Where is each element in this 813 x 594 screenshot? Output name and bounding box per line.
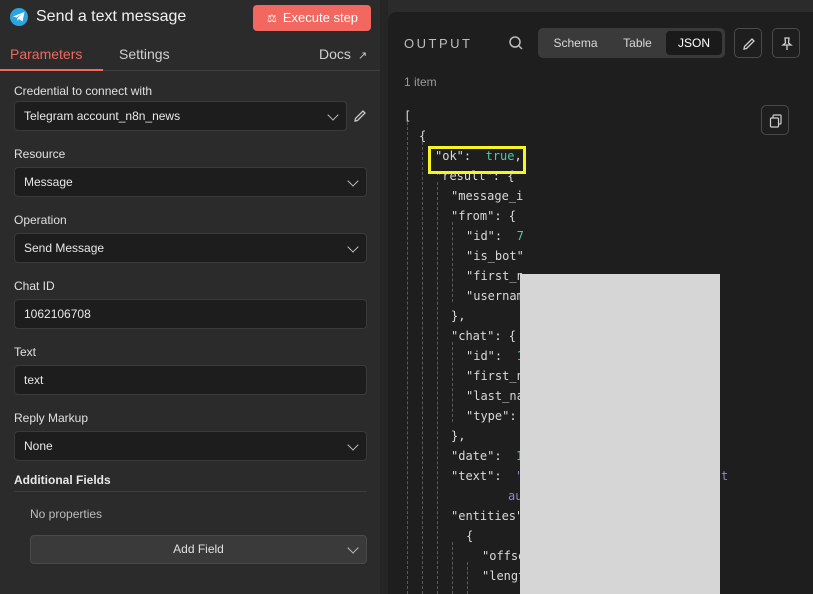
resource-value: Message — [24, 175, 73, 189]
json-line: "text": " — [451, 466, 523, 486]
resource-label: Resource — [14, 147, 66, 161]
operation-value: Send Message — [24, 241, 105, 255]
panel-resize-handle[interactable] — [380, 0, 388, 594]
json-line: "is_bot" — [466, 249, 524, 263]
edit-output-button[interactable] — [734, 28, 762, 58]
json-line: "usernam — [466, 289, 524, 303]
chevron-down-icon — [347, 175, 359, 187]
output-title: OUTPUT — [404, 36, 473, 51]
indent-guide — [422, 142, 423, 594]
copy-button[interactable] — [761, 105, 789, 135]
search-icon[interactable] — [508, 35, 524, 51]
operation-select[interactable]: Send Message — [14, 233, 367, 263]
credential-value: Telegram account_n8n_news — [24, 109, 181, 123]
pin-icon — [781, 37, 793, 50]
additional-fields-title: Additional Fields — [14, 473, 111, 487]
json-line: "date": 1 — [451, 446, 523, 466]
json-line: [ — [404, 109, 412, 123]
json-line: { — [466, 529, 474, 543]
pin-data-button[interactable] — [772, 28, 800, 58]
chat-id-label: Chat ID — [14, 279, 55, 293]
chevron-down-icon — [347, 542, 359, 554]
execute-step-label: Execute step — [282, 10, 359, 25]
redaction-block — [520, 274, 720, 594]
json-line: "from": { — [451, 209, 517, 223]
json-line: "last_na — [466, 389, 524, 403]
flask-icon: ⚖ — [267, 13, 277, 25]
external-link-icon[interactable]: ↗ — [358, 49, 367, 62]
json-line-tail: t — [721, 469, 729, 483]
resource-select[interactable]: Message — [14, 167, 367, 197]
chevron-down-icon — [327, 109, 339, 121]
reply-markup-value: None — [24, 439, 53, 453]
add-field-button[interactable]: Add Field — [30, 535, 367, 564]
parameters-panel: Send a text message ⚖ Execute step Parame… — [0, 0, 380, 594]
credential-select[interactable]: Telegram account_n8n_news — [14, 101, 347, 131]
node-title: Send a text message — [36, 8, 187, 25]
credential-label: Credential to connect with — [14, 84, 153, 98]
json-key: "id": — [466, 349, 510, 363]
indent-guide — [407, 122, 408, 594]
divider — [14, 491, 367, 492]
json-line: "message_i — [451, 189, 524, 203]
operation-label: Operation — [14, 213, 67, 227]
active-tab-indicator — [0, 69, 103, 71]
json-line: }, — [451, 429, 466, 443]
view-schema-button[interactable]: Schema — [542, 31, 609, 55]
json-line: "first_n — [466, 269, 524, 283]
json-line: "entities" — [451, 509, 524, 523]
json-line: "id": 7 — [466, 226, 524, 246]
json-line: "first_n — [466, 369, 524, 383]
node-header: Send a text message ⚖ Execute step — [0, 0, 380, 36]
copy-icon — [769, 114, 782, 128]
json-line: "type": — [466, 409, 517, 423]
output-panel: OUTPUT Schema Table JSON 1 item [ { "ok"… — [388, 12, 813, 594]
reply-markup-label: Reply Markup — [14, 411, 89, 425]
view-mode-switch: Schema Table JSON — [538, 28, 725, 58]
chevron-down-icon — [347, 241, 359, 253]
parameter-tabs: Parameters Settings Docs ↗ — [0, 38, 380, 71]
json-key: "text": — [451, 469, 509, 483]
indent-guide — [452, 542, 453, 594]
indent-guide — [452, 222, 453, 302]
indent-guide — [437, 182, 438, 594]
chat-id-input[interactable]: 1062106708 — [14, 299, 367, 329]
text-input[interactable]: text — [14, 365, 367, 395]
json-value: 7 — [516, 229, 524, 243]
json-line: "chat": { — [451, 329, 517, 343]
json-line: }, — [451, 309, 466, 323]
indent-guide — [467, 562, 468, 594]
json-viewer: [ { "ok": true, "result": { "message_i "… — [388, 100, 813, 594]
highlight-box — [428, 146, 526, 174]
json-line: "id": 1 — [466, 346, 524, 366]
chat-id-value: 1062106708 — [24, 307, 91, 321]
text-label: Text — [14, 345, 37, 359]
indent-guide — [452, 342, 453, 422]
docs-link[interactable]: Docs — [319, 46, 351, 62]
reply-markup-select[interactable]: None — [14, 431, 367, 461]
no-properties-text: No properties — [30, 507, 103, 521]
edit-credential-icon[interactable] — [352, 108, 368, 124]
item-count: 1 item — [404, 75, 437, 89]
json-key: "date": — [451, 449, 509, 463]
json-key: "id": — [466, 229, 510, 243]
view-table-button[interactable]: Table — [610, 31, 665, 55]
pencil-icon — [743, 38, 755, 50]
view-json-button[interactable]: JSON — [666, 31, 722, 55]
tab-parameters[interactable]: Parameters — [10, 46, 82, 62]
json-line: { — [419, 129, 427, 143]
add-field-label: Add Field — [173, 542, 224, 556]
chevron-down-icon — [347, 439, 359, 451]
telegram-icon — [10, 8, 28, 26]
execute-step-button[interactable]: ⚖ Execute step — [253, 5, 371, 31]
text-value: text — [24, 373, 44, 387]
tab-settings[interactable]: Settings — [119, 46, 170, 62]
